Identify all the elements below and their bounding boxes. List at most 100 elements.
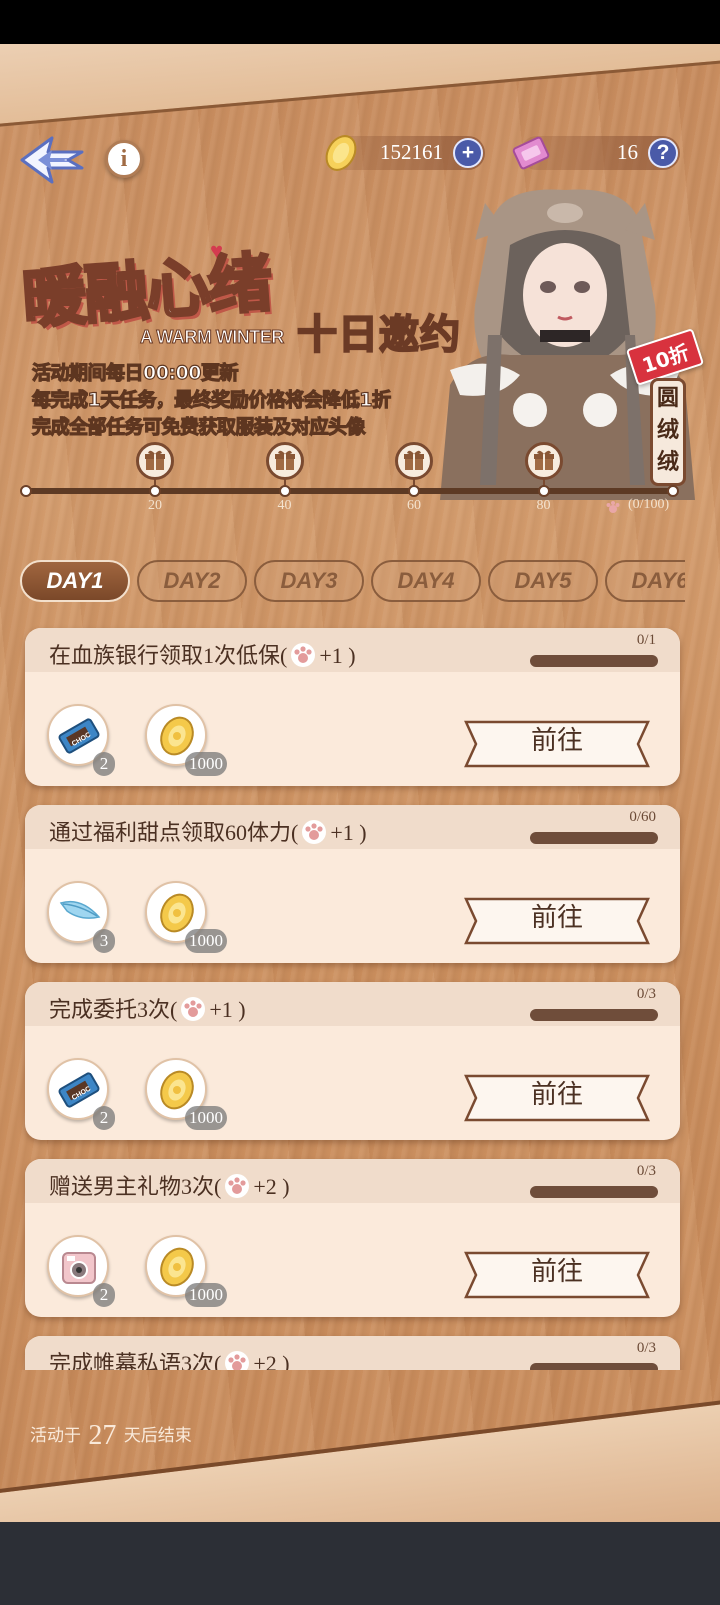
- go-button-label: 前往: [530, 1257, 583, 1287]
- milestone-gift-button[interactable]: [524, 442, 563, 480]
- go-button[interactable]: 前往: [462, 897, 652, 945]
- event-progress-bar: [26, 488, 673, 494]
- reward-item[interactable]: 2: [47, 1235, 115, 1307]
- paw-icon: [302, 820, 327, 844]
- task-list[interactable]: 在血族银行领取1次低保(+1 ) 0/1 CHOC 2 1000 前往 通过福利甜点领取60…: [0, 620, 720, 1370]
- reward-quantity: 2: [93, 752, 115, 776]
- event-title-english: A WARM WINTER: [140, 327, 285, 348]
- feather-icon: [59, 900, 101, 919]
- reward-item[interactable]: 1000: [145, 881, 227, 953]
- milestone-gift-button[interactable]: [265, 442, 304, 480]
- status-bar: [0, 0, 720, 44]
- task-card: 通过福利甜点领取60体力( +1 ) 0/60 3 1000 前往: [25, 805, 680, 963]
- reward-item[interactable]: 1000: [145, 704, 227, 776]
- task-reward-points: +2 ): [253, 1351, 290, 1370]
- reward-quantity: 2: [93, 1283, 115, 1307]
- wood-bottom-stripe: [0, 1394, 720, 1522]
- task-title: 完成帷幕私语3次(+2 ): [49, 1346, 290, 1370]
- ticket-help-button[interactable]: ?: [648, 138, 678, 168]
- gift-icon: [145, 450, 165, 470]
- tab-day-5[interactable]: DAY5: [488, 560, 598, 602]
- task-header: 赠送男主礼物3次(+2 ) 0/3: [25, 1159, 680, 1203]
- paw-icon: [225, 1351, 250, 1370]
- tab-day-1[interactable]: DAY1: [20, 560, 130, 602]
- coin-icon: [160, 716, 194, 756]
- reward-quantity: 1000: [185, 752, 227, 776]
- milestone-gift-button[interactable]: [395, 442, 433, 480]
- reward-item[interactable]: CHOC 2: [47, 1058, 115, 1130]
- progress-node: [149, 485, 161, 497]
- paw-icon: [181, 997, 206, 1021]
- go-button[interactable]: 前往: [462, 1074, 652, 1122]
- task-reward-points: +1 ): [209, 997, 246, 1022]
- ticket-counter: 16 ?: [512, 136, 680, 170]
- coin-icon: [160, 1070, 194, 1110]
- reward-quantity: 3: [93, 929, 115, 953]
- reward-item[interactable]: 1000: [145, 1058, 227, 1130]
- task-progress-bar: [530, 832, 658, 844]
- reward-item[interactable]: CHOC 2: [47, 704, 115, 776]
- event-rule-line: 完成全部任务可免费获取服装及对应头像: [31, 415, 366, 438]
- event-rule-line: 活动期间每日00:00更新: [31, 361, 239, 384]
- info-button[interactable]: i: [105, 140, 143, 178]
- camera-icon: [62, 1252, 96, 1284]
- gift-icon: [274, 450, 295, 470]
- task-progress-bar: [530, 655, 658, 667]
- task-progress-count: 0/3: [636, 986, 656, 1002]
- day-tabs: DAY1 DAY2 DAY3 DAY4 DAY5 DAY6: [20, 560, 685, 604]
- go-button-label: 前往: [530, 903, 583, 933]
- heart-icon: ♥: [210, 238, 224, 263]
- task-card: 在血族银行领取1次低保(+1 ) 0/1 CHOC 2 1000 前往: [25, 628, 680, 786]
- task-card: 完成帷幕私语3次(+2 ) 0/3: [25, 1336, 680, 1370]
- task-header: 完成委托3次( +1 ) 0/3: [25, 982, 680, 1026]
- reward-item[interactable]: 1000: [145, 1235, 227, 1307]
- task-card: 完成委托3次( +1 ) 0/3 CHOC 2 1000 前往: [25, 982, 680, 1140]
- reward-item[interactable]: 3: [47, 881, 115, 953]
- task-title-text: 在血族银行领取1次低保(: [49, 643, 288, 668]
- task-progress-count: 0/1: [636, 632, 656, 648]
- back-arrow-icon[interactable]: [18, 134, 86, 186]
- task-title: 完成委托3次( +1 ): [49, 992, 246, 1024]
- task-progress-count: 0/3: [636, 1163, 656, 1179]
- reward-quantity: 1000: [185, 1106, 227, 1130]
- progress-count: (0/100): [628, 497, 670, 512]
- reward-quantity: 2: [93, 1106, 115, 1130]
- chocolate-icon: CHOC: [58, 1072, 100, 1108]
- navigation-bar: [0, 1522, 720, 1605]
- task-title: 通过福利甜点领取60体力( +1 ): [49, 815, 367, 847]
- reward-quantity: 1000: [185, 1283, 227, 1307]
- wood-top-stripe: [0, 44, 720, 130]
- ticket-value: 16: [617, 140, 638, 164]
- reward-quantity: 1000: [185, 929, 227, 953]
- tab-day-3[interactable]: DAY3: [254, 560, 364, 602]
- progress-node: [667, 485, 679, 497]
- coin-icon: [160, 893, 194, 933]
- coin-icon: [160, 1247, 194, 1287]
- progress-node: [278, 485, 291, 497]
- gift-icon: [404, 450, 424, 470]
- event-countdown: 活动于 27 天后结束: [30, 1420, 192, 1452]
- milestone-gift-button[interactable]: [136, 442, 174, 480]
- outfit-name[interactable]: 圆绒绒: [650, 378, 686, 486]
- tab-day-6[interactable]: DAY6: [605, 560, 685, 602]
- countdown-prefix: 活动于: [30, 1426, 81, 1446]
- milestone-label: 80: [536, 498, 551, 513]
- task-title-text: 完成委托3次(: [49, 997, 178, 1022]
- progress-node: [537, 485, 550, 497]
- task-progress-bar: [530, 1186, 658, 1198]
- add-coins-button[interactable]: +: [453, 138, 483, 168]
- go-button[interactable]: 前往: [462, 1251, 652, 1299]
- tab-day-4[interactable]: DAY4: [371, 560, 481, 602]
- go-button[interactable]: 前往: [462, 720, 652, 768]
- task-title-text: 通过福利甜点领取60体力(: [49, 820, 299, 845]
- task-progress-count: 0/60: [629, 809, 656, 825]
- task-reward-points: +2 ): [253, 1174, 290, 1199]
- task-reward-points: +1 ): [330, 820, 367, 845]
- coin-icon: [325, 135, 357, 171]
- coin-counter: 152161 +: [325, 135, 485, 171]
- countdown-days: 27: [88, 1420, 117, 1451]
- progress-node: [408, 485, 420, 497]
- milestone-label: 60: [407, 498, 421, 513]
- tab-day-2[interactable]: DAY2: [137, 560, 247, 602]
- task-title: 赠送男主礼物3次(+2 ): [49, 1169, 290, 1201]
